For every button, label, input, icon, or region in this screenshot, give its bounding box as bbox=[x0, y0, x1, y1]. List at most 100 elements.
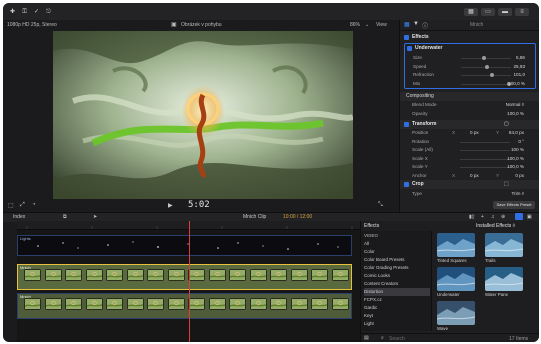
param-x-value[interactable]: 0 px bbox=[470, 129, 479, 137]
library-icon[interactable]: ✚ bbox=[8, 8, 17, 16]
top-toolbar: ✚ ⚿ ✓ ⎋ ▦ ▭ ▬ ≡ bbox=[3, 3, 539, 21]
transitions-icon[interactable]: ▣ bbox=[527, 214, 532, 220]
effect-thumbnail[interactable] bbox=[437, 233, 475, 257]
search-input[interactable]: Search bbox=[389, 336, 405, 342]
effect-thumbnail[interactable] bbox=[437, 267, 475, 291]
timeline-track[interactable]: Mnich bbox=[17, 293, 352, 319]
param-value[interactable]: 100 % bbox=[511, 146, 524, 154]
underwater-effect-box[interactable]: Underwater Size 5,86 Speed 25,93 Refraction 1… bbox=[404, 43, 536, 89]
sliders-icon[interactable]: ≡ bbox=[515, 8, 529, 16]
param-slider[interactable] bbox=[461, 75, 511, 76]
param-label: Opacity bbox=[412, 110, 428, 116]
transform-param-row: Scale (All) 100 % bbox=[404, 146, 536, 154]
effects-category-item[interactable]: Color Board Presets bbox=[364, 256, 424, 264]
effects-category-item[interactable]: Distortion bbox=[364, 288, 430, 296]
share-icon[interactable]: ⎋ bbox=[44, 8, 53, 16]
sidebar-toggle-icon[interactable]: ▤ bbox=[364, 335, 369, 341]
fx-icon[interactable]: ⊕ bbox=[501, 214, 505, 220]
transform-tool-icon[interactable]: ⤢ bbox=[20, 202, 25, 209]
effect-thumbnail[interactable] bbox=[485, 233, 523, 257]
key-icon[interactable]: ⚿ bbox=[20, 8, 29, 16]
project-title: Obrázek v pohybu bbox=[181, 22, 222, 28]
crop-checkbox[interactable] bbox=[404, 182, 409, 187]
param-value[interactable]: 101,0 bbox=[514, 71, 526, 79]
layout-single-icon[interactable]: ▬ bbox=[498, 8, 512, 16]
playhead[interactable] bbox=[189, 221, 190, 342]
param-value[interactable]: 100,0 % bbox=[507, 110, 524, 118]
param-slider-knob[interactable] bbox=[481, 56, 486, 60]
save-effects-preset-button[interactable]: Save Effects Preset bbox=[493, 201, 535, 209]
crop-type-select[interactable]: Trim ◊ bbox=[511, 190, 524, 198]
search-icon: ⌕ bbox=[381, 335, 384, 341]
transform-param-row: Scale Y 100,0 % bbox=[404, 163, 536, 171]
effects-category-item[interactable]: All bbox=[364, 240, 424, 248]
underwater-param-row: Speed 25,93 bbox=[405, 63, 537, 71]
param-slider-knob[interactable] bbox=[484, 64, 489, 69]
headphones-icon[interactable]: ♫ bbox=[491, 214, 495, 220]
param-value[interactable]: 100,0 % bbox=[507, 163, 524, 171]
effects-category-item[interactable]: Comic Looks bbox=[364, 272, 424, 280]
effects-browser-toggle-icon[interactable] bbox=[515, 213, 523, 220]
param-label: Scale (All) bbox=[412, 147, 433, 152]
play-icon[interactable]: ▶ bbox=[168, 202, 173, 209]
speed-tool-icon[interactable]: ◔ bbox=[32, 202, 36, 208]
timeline[interactable]: Lights Mnich Mnich bbox=[17, 221, 360, 342]
plus-icon[interactable]: + bbox=[481, 214, 484, 220]
param-slider[interactable] bbox=[460, 158, 510, 160]
zoom-select[interactable]: 86% bbox=[350, 22, 360, 28]
compositing-label: Compositing bbox=[406, 93, 434, 99]
index-button[interactable]: Index bbox=[13, 214, 25, 220]
effects-category-item[interactable]: VIDEO bbox=[364, 232, 424, 240]
effects-category-item[interactable]: Gardic bbox=[364, 304, 424, 312]
crop-onscreen-icon[interactable]: ⬚ bbox=[504, 180, 509, 189]
effect-thumbnail[interactable] bbox=[437, 301, 475, 325]
audio-meter-icon[interactable]: ▮▯ bbox=[469, 214, 475, 220]
filter-icon[interactable]: ▼ bbox=[413, 21, 419, 27]
effect-thumbnail[interactable] bbox=[485, 267, 523, 291]
param-label: Size bbox=[413, 55, 422, 60]
checkmark-icon[interactable]: ✓ bbox=[32, 8, 41, 16]
underwater-label: Underwater bbox=[415, 45, 443, 51]
installed-effects-filter[interactable]: Installed Effects ◊ bbox=[476, 223, 515, 229]
param-value[interactable]: 100,0 % bbox=[508, 80, 525, 88]
param-y-value[interactable]: 84,0 px bbox=[509, 129, 524, 137]
param-value[interactable]: 100,0 % bbox=[507, 155, 524, 163]
effects-category-item[interactable]: Color Grading Presets bbox=[364, 264, 424, 272]
fullscreen-icon[interactable]: ⤡ bbox=[378, 202, 383, 209]
effects-category-item[interactable]: Content Creators bbox=[364, 280, 424, 288]
layout-dual-icon[interactable]: ▭ bbox=[481, 8, 495, 16]
edit-tools-icon[interactable]: ⧉ bbox=[63, 214, 67, 220]
param-value[interactable]: 5,86 bbox=[516, 54, 525, 62]
param-slider[interactable] bbox=[461, 58, 511, 59]
param-slider-knob[interactable] bbox=[489, 73, 494, 77]
video-viewer[interactable] bbox=[53, 31, 353, 199]
effects-checkbox[interactable] bbox=[404, 35, 409, 40]
param-slider[interactable] bbox=[461, 83, 511, 85]
param-value[interactable]: Normal ◊ bbox=[506, 101, 524, 109]
select-tool-icon[interactable]: ➤ bbox=[93, 214, 97, 220]
param-y-value[interactable]: 0 px bbox=[515, 172, 524, 180]
effects-category-item[interactable]: Color bbox=[364, 248, 424, 256]
param-value[interactable]: 25,93 bbox=[514, 63, 526, 71]
info-icon[interactable]: ⓘ bbox=[422, 21, 428, 30]
transform-checkbox[interactable] bbox=[404, 122, 409, 127]
clip-thumbnail bbox=[229, 298, 246, 310]
effects-category-item[interactable]: Light bbox=[364, 320, 424, 328]
film-icon[interactable]: ▦ bbox=[404, 21, 410, 28]
timeline-track[interactable]: Lights bbox=[17, 235, 352, 256]
view-menu[interactable]: View bbox=[376, 22, 387, 28]
param-value[interactable]: 0 ° bbox=[518, 138, 524, 146]
transform-onscreen-icon[interactable]: ▢ bbox=[504, 120, 509, 129]
param-slider[interactable] bbox=[460, 141, 510, 143]
effects-category-item[interactable]: Keyt bbox=[364, 312, 424, 320]
param-slider[interactable] bbox=[460, 167, 510, 168]
layout-grid-icon[interactable]: ▦ bbox=[464, 8, 478, 16]
timeline-track-selected[interactable]: Mnich bbox=[17, 264, 352, 290]
crop-tool-icon[interactable]: ⬚ bbox=[8, 202, 14, 209]
underwater-checkbox[interactable] bbox=[407, 46, 412, 51]
effects-browser: Effects Installed Effects ◊ VIDEO All Colo… bbox=[360, 221, 539, 342]
effects-category-item[interactable]: FCPX.cz bbox=[364, 296, 424, 304]
param-slider[interactable] bbox=[460, 150, 510, 151]
inspector-tabs: ▦ ▼ ⓘ Mnich bbox=[400, 20, 539, 31]
param-x-value[interactable]: 0 px bbox=[470, 172, 479, 180]
